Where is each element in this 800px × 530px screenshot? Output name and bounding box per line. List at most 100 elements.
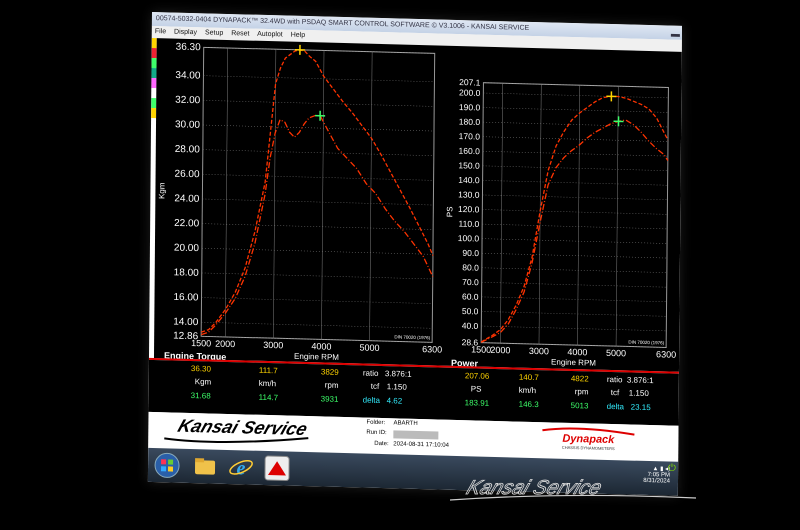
power-grid-h (481, 252, 667, 259)
power-grid-h (481, 311, 667, 317)
power-y-tick-label: 80.0 (462, 262, 479, 272)
date-label: Date: (374, 440, 389, 448)
start-button-icon[interactable] (154, 452, 180, 479)
power-y-tick-label: 130.0 (458, 189, 480, 200)
torque-grid-h (202, 149, 434, 156)
power-x-tick-label: 5000 (606, 348, 626, 359)
power-y-tick-label: 100.0 (458, 233, 480, 244)
power-y-tick-label: 50.0 (462, 306, 479, 316)
power-y-tick-label: 170.0 (459, 131, 481, 142)
torque-grid-v (224, 47, 229, 337)
power-y-tick-label: 200.0 (459, 87, 481, 98)
power-y-tick-label: 70.0 (462, 277, 479, 287)
torque-grid-h (203, 100, 435, 107)
torque-y-tick-label: 16.00 (173, 292, 199, 304)
menu-help[interactable]: Help (291, 32, 305, 39)
torque-grid-v (321, 50, 325, 340)
power-grid-h (481, 267, 667, 273)
power-ratio-value: 3.876:1 (626, 375, 654, 386)
power-led-icon: ⏻ (668, 463, 676, 474)
power-y-tick-label: 207.1 (459, 77, 481, 88)
power-y-axis-label: PS (445, 206, 454, 217)
torque-y-tick-label: 34.00 (175, 70, 201, 82)
explorer-folder-icon[interactable] (192, 453, 218, 480)
power-delta-label: delta (606, 401, 625, 412)
dyno-charts: 1500 2000 3000 4000 5000 630036.3034.0032.003… (157, 42, 676, 369)
torque-y-tick-label: 32.00 (175, 95, 201, 107)
torque-speed-unit: km/h (258, 378, 277, 389)
power-grid-v (577, 85, 581, 346)
torque-tcf-label: tcf (370, 381, 380, 391)
torque-x-tick-label: 4000 (311, 341, 331, 352)
torque-y-tick-label: 36.30 (176, 42, 202, 54)
power-y-tick-label: 40.0 (462, 321, 479, 331)
power-grid-h (481, 325, 667, 332)
power-grid-h (482, 151, 668, 157)
power-grid-h (481, 296, 667, 302)
torque-y-tick-label: 12.86 (173, 331, 199, 343)
torque-ratio-value: 3.876:1 (384, 369, 412, 379)
torque-standard-note: DIN 70020 (1976) (394, 334, 430, 340)
torque-y-axis-label: Kgm (157, 182, 166, 199)
power-y-tick-label: 110.0 (459, 218, 480, 229)
power-x-tick-label: 4000 (567, 347, 587, 358)
dyno-monitor-screen: 00574-5032-0404 DYNAPACK™ 32.4WD with PS… (147, 12, 682, 496)
power-alt-value: 183.91 (464, 398, 490, 408)
torque-grid-v (431, 53, 435, 343)
power-grid-h (483, 107, 669, 113)
menu-reset[interactable]: Reset (231, 30, 249, 37)
torque-rpm-peak: 3829 (320, 367, 339, 377)
torque-grid-h (202, 198, 434, 206)
menu-file[interactable]: File (155, 28, 166, 35)
torque-delta-label: delta (362, 395, 381, 405)
runid-label: Run ID: (366, 429, 387, 437)
torque-grid-v (200, 47, 204, 337)
power-speed-alt: 146.3 (518, 399, 539, 410)
power-grid-h (482, 165, 668, 171)
torque-grid-h (201, 297, 433, 304)
torque-grid-h (203, 75, 435, 83)
power-grid-v (500, 83, 503, 344)
power-grid-v (480, 82, 484, 343)
dynapack-tagline: CHASSIS DYNAMOMETERS (562, 445, 615, 451)
torque-y-tick-label: 24.00 (174, 193, 200, 205)
power-y-tick-label: 28.6 (462, 337, 479, 347)
folder-value: ABARTH (393, 420, 418, 427)
dynapack-logo: Dynapack CHASSIS DYNAMOMETERS (542, 427, 635, 451)
menu-autoplot[interactable]: Autoplot (257, 31, 283, 39)
dynapack-app-icon[interactable] (264, 455, 290, 482)
power-x-tick-label: 6300 (656, 349, 676, 360)
torque-grid-h (202, 174, 434, 181)
power-rpm-peak: 4822 (570, 373, 589, 384)
power-grid-h (482, 223, 668, 230)
torque-grid-h (203, 124, 435, 132)
torque-series-2-line (200, 114, 434, 336)
torque-grid-h (201, 321, 433, 329)
power-unit: PS (470, 384, 482, 394)
date-value: 2024-08-31 17:10:04 (393, 441, 450, 449)
torque-unit: Kgm (194, 377, 212, 387)
power-x-tick-label: 3000 (529, 346, 549, 357)
torque-x-tick-label: 3000 (263, 340, 283, 351)
menu-display[interactable]: Display (174, 29, 197, 37)
internet-explorer-icon[interactable]: e (228, 454, 254, 481)
power-y-tick-label: 160.0 (459, 146, 481, 157)
torque-grid-h (201, 272, 433, 280)
torque-y-tick-label: 18.00 (174, 267, 200, 279)
power-y-tick-label: 90.0 (462, 248, 479, 258)
torque-rpm-unit: rpm (324, 380, 339, 390)
power-grid-h (482, 194, 668, 201)
power-plot-frame (480, 82, 669, 348)
power-speed-unit: km/h (518, 385, 537, 396)
charts-area: 1500 2000 3000 4000 5000 6300 36.30 34.00 32.00 3… (153, 38, 682, 372)
power-grid-h (482, 209, 668, 215)
torque-grid-h (201, 248, 433, 255)
kansai-service-logo: Kansai Service (164, 415, 310, 443)
power-speed-peak: 140.7 (518, 372, 539, 383)
torque-x-axis-label: Engine RPM (294, 352, 339, 362)
menu-setup[interactable]: Setup (205, 29, 223, 36)
power-grid-v (665, 87, 669, 348)
torque-speed-peak: 111.7 (258, 365, 278, 376)
power-tcf-value: 1.150 (628, 388, 649, 399)
torque-series-1-line (201, 49, 434, 333)
